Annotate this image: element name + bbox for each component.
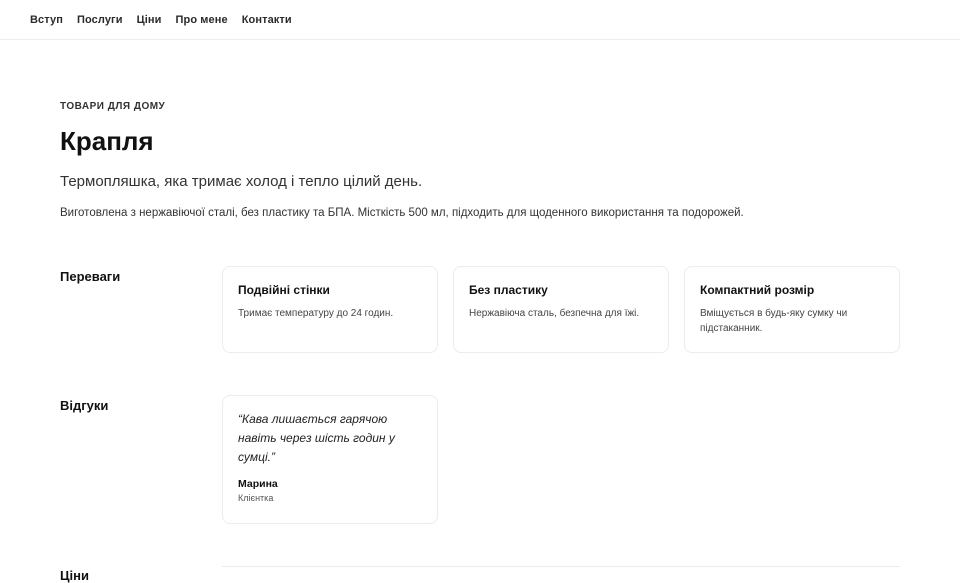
benefit-card-no-plastic: Без пластику Нержавіюча сталь, безпечна …	[453, 266, 669, 353]
page-subtitle: Термопляшка, яка тримає холод і тепло ці…	[60, 173, 423, 190]
page-title: Крапля	[60, 126, 154, 156]
reviews-heading: Відгуки	[60, 398, 109, 413]
nav-link-prices[interactable]: Ціни	[137, 14, 162, 26]
benefit-card-text: Тримає температуру до 24 годин.	[238, 308, 394, 319]
category-eyebrow: ТОВАРИ ДЛЯ ДОМУ	[60, 101, 166, 112]
review-author-role: Клієнтка	[238, 493, 274, 503]
benefit-card-double-walls: Подвійні стінки Тримає температуру до 24…	[222, 266, 438, 353]
top-navigation: Вступ Послуги Ціни Про мене Контакти	[0, 0, 960, 40]
nav-link-contacts[interactable]: Контакти	[242, 14, 292, 26]
benefits-heading: Переваги	[60, 269, 121, 284]
benefit-card-compact-size: Компактний розмір Вміщується в будь-яку …	[684, 266, 900, 353]
benefit-card-title: Без пластику	[469, 283, 548, 297]
benefit-card-title: Компактний розмір	[700, 283, 815, 297]
review-quote: “Кава лишається гарячою навіть через шіс…	[238, 412, 395, 464]
benefit-card-title: Подвійні стінки	[238, 283, 330, 297]
nav-link-about[interactable]: Про мене	[176, 14, 228, 26]
section-divider	[222, 566, 900, 567]
nav-link-services[interactable]: Послуги	[77, 14, 123, 26]
review-author: Марина	[238, 478, 278, 490]
review-card: “Кава лишається гарячою навіть через шіс…	[222, 395, 438, 524]
benefit-card-text: Нержавіюча сталь, безпечна для їжі.	[469, 308, 640, 319]
product-description: Виготовлена з нержавіючої сталі, без пла…	[60, 207, 744, 219]
nav-link-intro[interactable]: Вступ	[30, 14, 63, 26]
benefit-card-text: Вміщується в будь-яку сумку чи підстакан…	[700, 308, 848, 334]
